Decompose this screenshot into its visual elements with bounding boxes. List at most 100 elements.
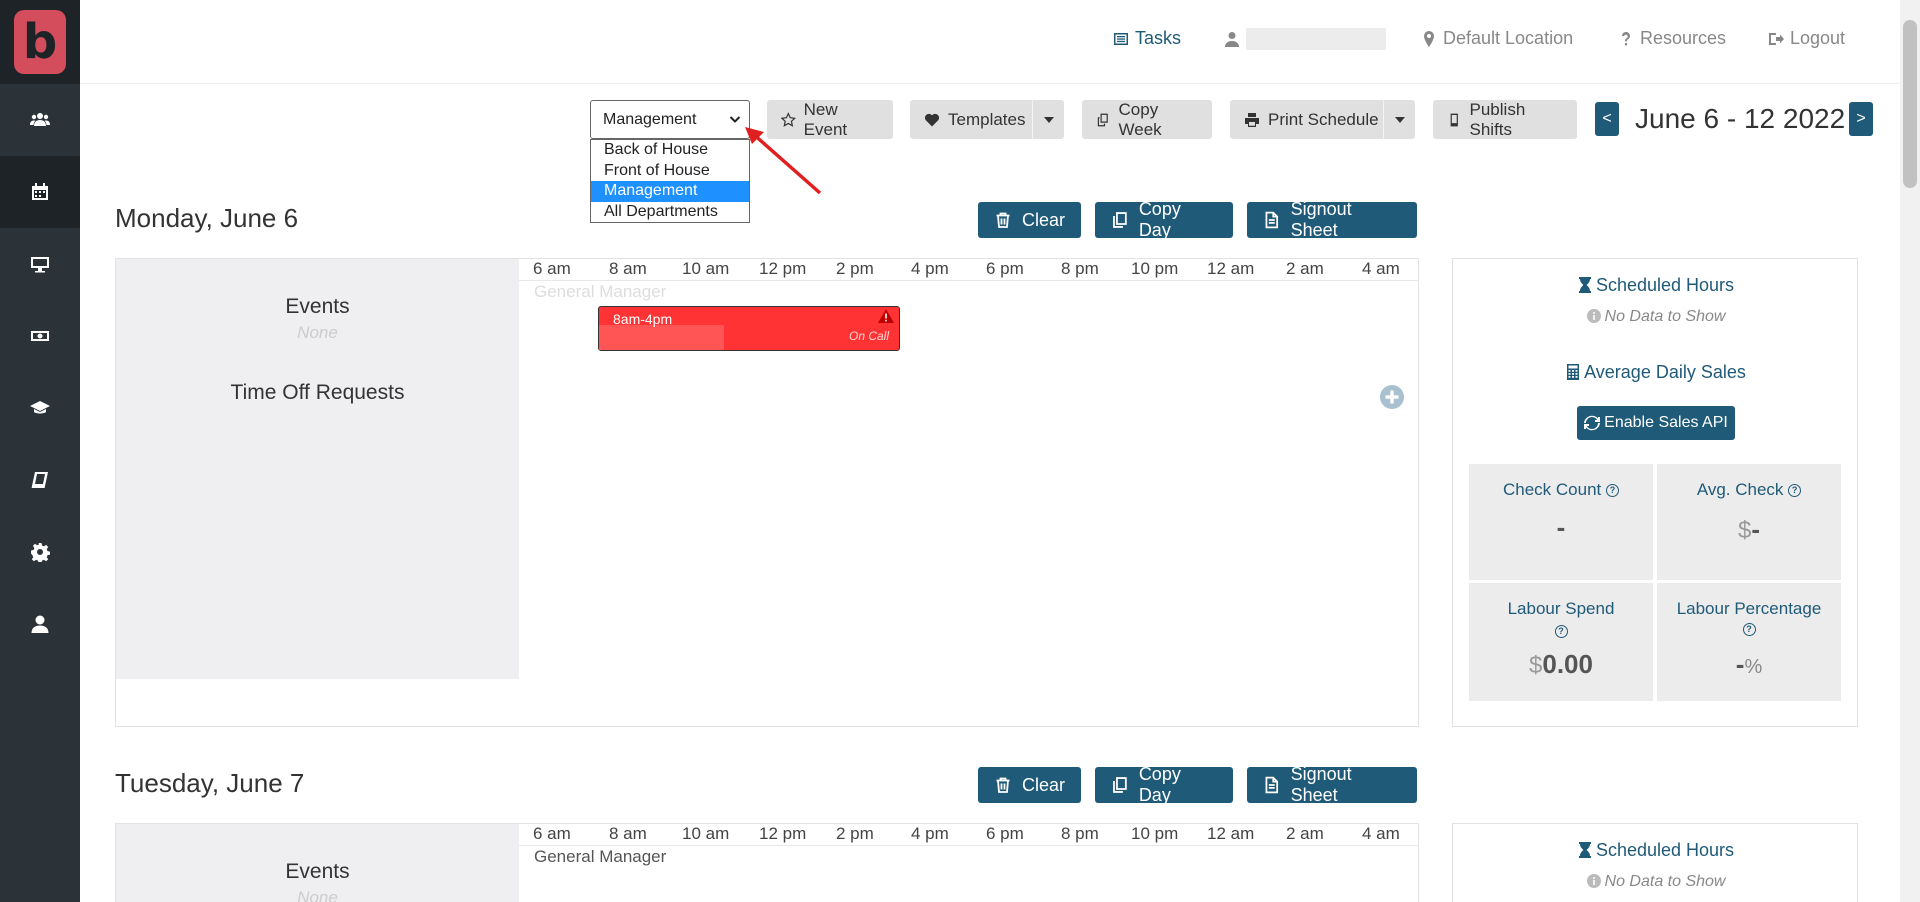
info-icon <box>1586 309 1601 323</box>
copy-day-label: Copy Day <box>1138 764 1181 805</box>
time-tick: 8 pm <box>1061 259 1099 278</box>
nav-library[interactable] <box>0 444 80 516</box>
role-label: General Manager <box>534 282 667 301</box>
week-range: June 6 - 12 2022 <box>1635 103 1846 134</box>
new-event-label: New Event <box>803 99 848 139</box>
scheduled-hours-nodata: No Data to Show <box>1453 873 1859 891</box>
time-tick: 12 am <box>1207 824 1255 843</box>
department-option[interactable]: Management <box>591 181 749 202</box>
labour-percentage-help: ? <box>1657 619 1841 639</box>
avg-check-value: $- <box>1657 514 1841 545</box>
time-tick: 10 pm <box>1131 259 1179 278</box>
shift-name-redacted <box>599 325 724 350</box>
page-scrollbar[interactable] <box>1900 0 1920 902</box>
no-data-label: No Data to Show <box>1604 308 1726 325</box>
scheduled-hours-title: Scheduled Hours <box>1453 840 1859 861</box>
check-count-label: Check Count <box>1502 480 1602 499</box>
time-tick: 4 am <box>1362 259 1400 278</box>
department-option[interactable]: Back of House <box>591 140 749 161</box>
app-logo[interactable]: b <box>0 0 80 84</box>
tasks-link[interactable]: Tasks <box>1113 28 1181 49</box>
logout-link[interactable]: Logout <box>1768 28 1845 49</box>
logout-label: Logout <box>1790 28 1846 48</box>
user-menu[interactable] <box>1224 28 1386 50</box>
time-tick: 2 am <box>1286 259 1324 278</box>
prev-week-button[interactable]: < <box>1595 102 1619 136</box>
desktop-icon <box>31 257 49 273</box>
location-label: Default Location <box>1443 28 1574 48</box>
nav-profile[interactable] <box>0 588 80 660</box>
nav-team[interactable] <box>0 84 80 156</box>
print-dropdown-toggle[interactable] <box>1383 100 1415 139</box>
resources-link[interactable]: Resources <box>1618 28 1726 49</box>
labour-spend-cell: Labour Spend ? $0.00 <box>1469 583 1653 701</box>
add-shift-icon[interactable] <box>1379 384 1405 410</box>
time-tick: 2 am <box>1286 824 1324 843</box>
time-tick: 10 am <box>682 259 730 278</box>
copy-icon <box>1113 212 1127 228</box>
nav-desktop[interactable] <box>0 228 80 300</box>
caret-down-icon <box>1394 116 1405 123</box>
location-link[interactable]: Default Location <box>1421 28 1573 49</box>
templates-dropdown-toggle[interactable] <box>1032 100 1064 139</box>
labour-percentage-label: Labour Percentage <box>1676 599 1822 618</box>
file-icon <box>1265 211 1279 229</box>
nav-money[interactable] <box>0 300 80 372</box>
nav-schedule[interactable] <box>0 156 80 228</box>
new-event-button[interactable]: New Event <box>767 100 893 139</box>
warning-icon <box>878 309 894 323</box>
clear-day-button[interactable]: Clear <box>978 202 1081 238</box>
tasks-label: Tasks <box>1135 28 1182 48</box>
resources-label: Resources <box>1640 28 1727 48</box>
help-icon[interactable]: ? <box>1606 484 1619 497</box>
stats-card: Scheduled Hours No Data to Show <box>1452 823 1858 902</box>
nav-settings[interactable] <box>0 516 80 588</box>
labour-spend-label: Labour Spend <box>1507 599 1615 618</box>
scheduled-hours-nodata: No Data to Show <box>1453 308 1859 326</box>
help-icon[interactable]: ? <box>1788 484 1802 497</box>
templates-button[interactable]: Templates <box>910 100 1064 139</box>
print-schedule-button[interactable]: Print Schedule <box>1230 100 1415 139</box>
graduation-cap-icon <box>30 401 50 414</box>
scheduled-hours-label: Scheduled Hours <box>1595 275 1735 295</box>
shift-block[interactable]: 8am-4pm On Call <box>598 306 900 351</box>
signout-sheet-button[interactable]: Signout Sheet <box>1247 199 1417 240</box>
avg-check-number: - <box>1751 514 1761 544</box>
copy-week-button[interactable]: Copy Week <box>1082 100 1212 139</box>
publish-shifts-button[interactable]: Publish Shifts <box>1433 100 1577 139</box>
currency-symbol: $ <box>1737 517 1752 544</box>
logout-icon <box>1769 32 1784 45</box>
signout-sheet-button[interactable]: Signout Sheet <box>1247 764 1417 805</box>
average-daily-sales-label: Average Daily Sales <box>1584 362 1746 382</box>
time-tick: 2 pm <box>836 259 874 278</box>
copy-day-button[interactable]: Copy Day <box>1095 199 1233 240</box>
scrollbar-thumb[interactable] <box>1903 20 1917 188</box>
help-icon[interactable]: ? <box>1742 623 1756 636</box>
caret-down-icon <box>1043 116 1054 123</box>
labour-spend-help: ? <box>1469 621 1653 641</box>
nav-training[interactable] <box>0 372 80 444</box>
stats-card: Scheduled Hours No Data to Show Average … <box>1452 258 1858 727</box>
department-options: Back of House Front of House Management … <box>590 139 750 223</box>
clear-day-button[interactable]: Clear <box>978 767 1081 803</box>
role-label: General Manager <box>534 847 667 866</box>
time-off-label[interactable]: Time Off Requests <box>116 381 519 405</box>
time-tick: 6 am <box>533 824 571 843</box>
hourglass-icon <box>1578 842 1591 858</box>
shift-status: On Call <box>848 329 889 343</box>
time-tick: 10 pm <box>1131 824 1179 843</box>
department-select[interactable]: Management <box>590 100 750 139</box>
copy-day-button[interactable]: Copy Day <box>1095 764 1233 805</box>
help-icon[interactable]: ? <box>1554 625 1568 638</box>
events-label: Events <box>285 860 350 883</box>
department-option[interactable]: All Departments <box>591 202 749 223</box>
next-week-button[interactable]: > <box>1849 102 1873 136</box>
time-tick: 8 am <box>609 824 647 843</box>
percent-unit: % <box>1744 656 1763 678</box>
department-option[interactable]: Front of House <box>591 161 749 182</box>
labour-spend-value: $0.00 <box>1469 649 1653 680</box>
calculator-icon <box>1567 364 1580 380</box>
clear-label: Clear <box>1021 774 1065 795</box>
time-tick: 10 am <box>682 824 730 843</box>
enable-sales-api-button[interactable]: Enable Sales API <box>1577 406 1735 440</box>
